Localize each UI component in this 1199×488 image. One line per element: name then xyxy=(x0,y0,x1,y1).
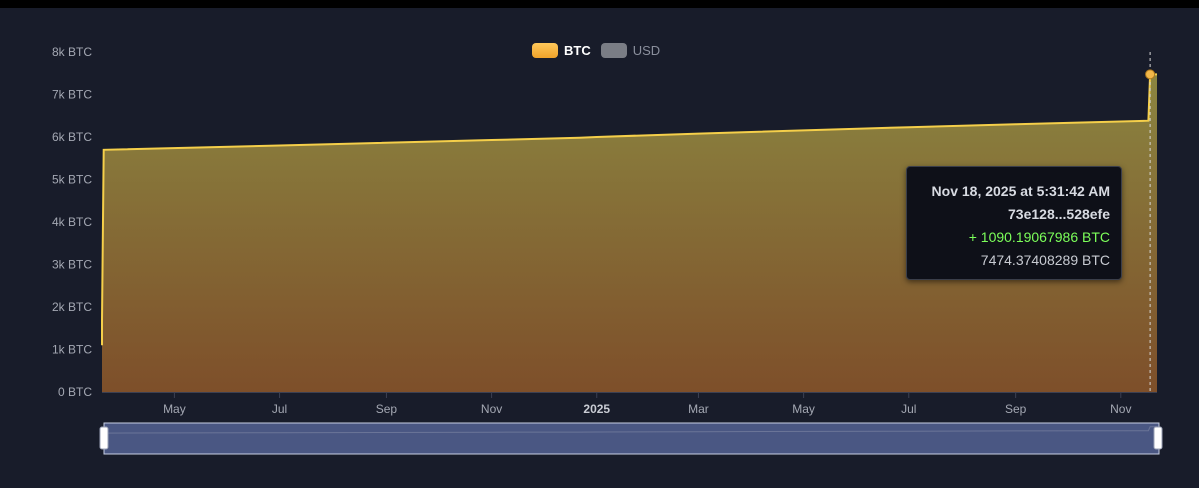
x-tick-label: Sep xyxy=(1005,402,1027,416)
y-axis: 0 BTC 1k BTC 2k BTC 3k BTC 4k BTC 5k BTC 6k BT… xyxy=(52,45,92,399)
y-tick-label: 6k BTC xyxy=(52,130,92,144)
tooltip-date: Nov 18, 2025 at 5:31:42 AM xyxy=(931,183,1110,199)
y-tick-label: 4k BTC xyxy=(52,215,92,229)
x-tick-label: Jul xyxy=(272,402,287,416)
tooltip-tx-hash[interactable]: 73e128...528efe xyxy=(907,203,1110,226)
x-tick-label: Mar xyxy=(688,402,709,416)
x-tick-label: May xyxy=(163,402,186,416)
y-tick-label: 7k BTC xyxy=(52,88,92,102)
x-tick-label: Nov xyxy=(481,402,502,416)
legend-item-btc[interactable]: BTC xyxy=(532,43,591,58)
btc-swatch xyxy=(532,43,558,58)
tooltip-total: 7474.37408289 BTC xyxy=(980,252,1110,268)
legend-label-usd: USD xyxy=(632,43,661,58)
x-axis: May Jul Sep Nov 2025 Mar May Jul Sep Nov xyxy=(102,392,1157,416)
legend-item-usd[interactable]: USD xyxy=(600,43,661,58)
x-tick-label: May xyxy=(792,402,815,416)
y-tick-label: 8k BTC xyxy=(52,45,92,59)
x-tick-label: 2025 xyxy=(583,402,610,416)
usd-swatch xyxy=(600,43,627,58)
navigator-window xyxy=(103,422,1160,455)
tooltip: Nov 18, 2025 at 5:31:42 AM 73e128...528e… xyxy=(906,166,1122,280)
x-tick-label: Sep xyxy=(376,402,398,416)
chart-panel: 0 BTC 1k BTC 2k BTC 3k BTC 4k BTC 5k BTC 6k BT… xyxy=(0,8,1199,488)
highlight-point[interactable] xyxy=(1145,69,1156,80)
legend-label-btc: BTC xyxy=(564,43,591,58)
x-tick-label: Nov xyxy=(1110,402,1131,416)
legend: BTC USD xyxy=(532,43,660,58)
y-tick-label: 5k BTC xyxy=(52,173,92,187)
y-tick-label: 0 BTC xyxy=(58,385,92,399)
y-tick-label: 3k BTC xyxy=(52,258,92,272)
range-navigator[interactable] xyxy=(99,422,1163,455)
navigator-handle-left[interactable] xyxy=(99,426,109,450)
x-tick-label: Jul xyxy=(901,402,916,416)
y-tick-label: 2k BTC xyxy=(52,300,92,314)
navigator-handle-right[interactable] xyxy=(1153,426,1163,450)
y-tick-label: 1k BTC xyxy=(52,343,92,357)
tooltip-delta: + 1090.19067986 BTC xyxy=(968,229,1110,245)
